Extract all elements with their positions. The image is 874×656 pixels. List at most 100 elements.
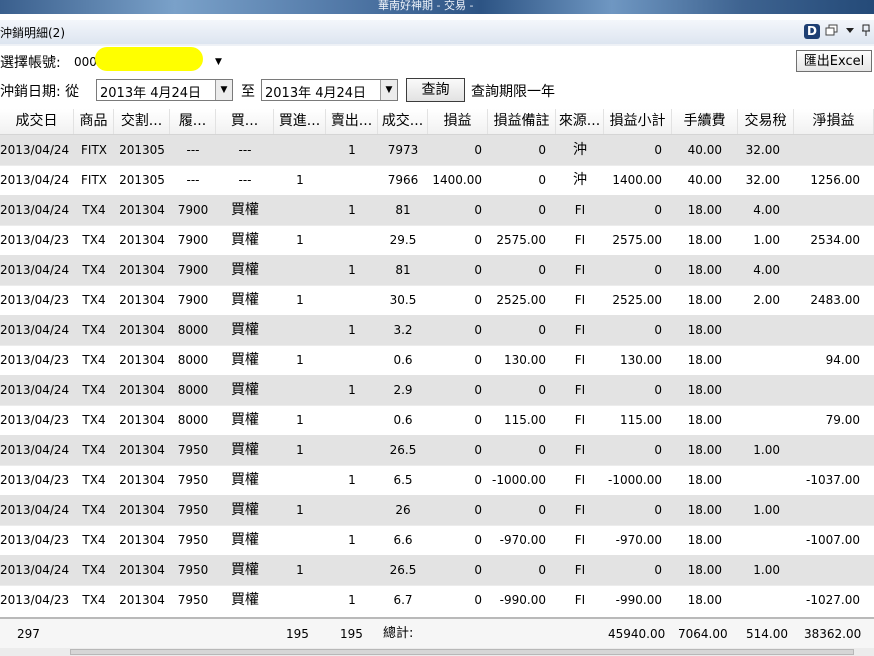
d-logo-icon[interactable]: D [804, 24, 820, 39]
column-header[interactable]: 損益 [428, 109, 488, 134]
table-row[interactable]: 2013/04/23 TX4 201304 7950 買權 1 6.7 0 -990.00 FI -… [0, 585, 874, 613]
column-header[interactable]: 來源... [556, 109, 604, 134]
column-header[interactable]: 損益小計 [604, 109, 672, 134]
table-row[interactable]: 2013/04/23 TX4 201304 7950 買權 1 6.6 0 -970.00 FI -… [0, 525, 874, 556]
table-row[interactable]: 2013/04/24 TX4 201304 7900 買權 1 81 0 0 FI 0 18.00 4.… [0, 255, 874, 286]
query-limit-note: 查詢期限一年 [471, 84, 555, 100]
column-header[interactable]: 買... [216, 109, 274, 134]
table-cell: 0 [474, 473, 482, 487]
scrollbar-thumb[interactable] [70, 649, 854, 655]
table-cell: 2.00 [753, 293, 780, 307]
table-row[interactable]: 2013/04/24 TX4 201304 7900 買權 1 81 0 0 FI 0 18.00 4.… [0, 195, 874, 226]
table-cell [326, 555, 378, 585]
table-cell [738, 525, 794, 555]
table-cell [274, 465, 326, 495]
table-cell: FITX [81, 173, 107, 187]
table-cell [794, 255, 874, 285]
export-excel-button[interactable]: 匯出Excel [796, 50, 872, 72]
table-cell: TX4 [82, 383, 106, 397]
table-row[interactable]: 2013/04/23 TX4 201304 7950 買權 1 6.5 0 -1000.00 FI… [0, 465, 874, 496]
column-header[interactable]: 淨損益 [794, 109, 874, 134]
column-header[interactable]: 交易稅 [738, 109, 794, 134]
footer-pl-subtotal: 45940.00 [608, 627, 666, 641]
table-cell [794, 375, 874, 405]
query-button[interactable]: 查詢 [406, 78, 465, 102]
column-header[interactable]: 成交日 [0, 109, 74, 134]
table-cell: TX4 [82, 323, 106, 337]
table-cell: 18.00 [687, 563, 722, 577]
table-cell: 1.00 [753, 563, 780, 577]
table-row[interactable]: 2013/04/24 FITX 201305 --- --- 1 7973 0 0 沖 0 40.00… [0, 135, 874, 166]
horizontal-scrollbar[interactable] [0, 648, 874, 656]
footer-buy-total: 195 [286, 627, 309, 641]
from-date-picker[interactable]: 2013年 4月24日 ▼ [96, 79, 233, 101]
footer-sell-total: 195 [340, 627, 363, 641]
table-cell: 0 [474, 383, 482, 397]
table-cell [738, 585, 794, 613]
table-cell: 2013/04/23 [0, 233, 70, 247]
account-dropdown-icon[interactable]: ▼ [215, 57, 222, 67]
table-row[interactable]: 2013/04/24 TX4 201304 8000 買權 1 2.9 0 0 FI 0 18.00 [0, 375, 874, 406]
table-cell: 1 [348, 323, 356, 337]
table-row[interactable]: 2013/04/23 TX4 201304 8000 買權 1 0.6 0 130.00 FI 13… [0, 345, 874, 376]
table-cell: FI [574, 293, 586, 307]
table-cell: 0 [538, 203, 546, 217]
table-cell [326, 345, 378, 375]
table-cell: 0 [538, 143, 546, 157]
column-header[interactable]: 賣出... [326, 109, 378, 134]
column-header[interactable]: 履... [170, 109, 216, 134]
table-row[interactable]: 2013/04/24 FITX 201305 --- --- 1 7966 1400.00 0 沖… [0, 165, 874, 196]
table-cell: 0.6 [393, 353, 413, 367]
table-cell: -1000.00 [608, 473, 662, 487]
table-cell: 0 [474, 353, 482, 367]
table-cell: 0 [474, 443, 482, 457]
restore-window-icon[interactable] [824, 24, 840, 39]
from-date-dropdown-icon[interactable]: ▼ [215, 80, 232, 100]
to-date-dropdown-icon[interactable]: ▼ [380, 80, 397, 100]
table-row[interactable]: 2013/04/23 TX4 201304 7900 買權 1 30.5 0 2525.00 FI… [0, 285, 874, 316]
panel-title: 沖銷明細(2) [0, 26, 65, 40]
column-header[interactable]: 買進... [274, 109, 326, 134]
table-cell: -1027.00 [806, 593, 860, 607]
table-cell: -990.00 [615, 593, 662, 607]
table-cell: FI [574, 473, 586, 487]
pin-icon[interactable] [858, 24, 874, 39]
column-header[interactable]: 成交... [378, 109, 428, 134]
column-header[interactable]: 手續費 [672, 109, 738, 134]
table-row[interactable]: 2013/04/24 TX4 201304 8000 買權 1 3.2 0 0 FI 0 18.00 [0, 315, 874, 346]
table-cell: 2534.00 [810, 233, 860, 247]
table-cell: 1256.00 [810, 173, 860, 187]
table-cell: 7950 [177, 443, 209, 457]
account-redaction [95, 47, 203, 71]
app-title-bar: 華南好神期 - 交易 - [0, 0, 874, 14]
table-cell: 201304 [119, 413, 165, 427]
table-cell: 7950 [177, 593, 209, 607]
table-cell: 1.00 [753, 503, 780, 517]
table-cell: 8000 [177, 323, 209, 337]
table-cell: 1 [348, 533, 356, 547]
table-row[interactable]: 2013/04/24 TX4 201304 7950 買權 1 26.5 0 0 FI 0 18.00… [0, 555, 874, 586]
table-cell: 7950 [177, 563, 209, 577]
column-header[interactable]: 損益備註 [488, 109, 556, 134]
table-cell: 0 [654, 143, 662, 157]
table-row[interactable]: 2013/04/24 TX4 201304 7950 買權 1 26.5 0 0 FI 0 18.00… [0, 435, 874, 466]
dropdown-arrow-icon[interactable] [842, 24, 858, 39]
table-cell: 買權 [231, 412, 259, 428]
table-row[interactable]: 2013/04/24 TX4 201304 7950 買權 1 26 0 0 FI 0 18.00 1.… [0, 495, 874, 526]
column-header[interactable]: 交割... [114, 109, 170, 134]
table-cell: 18.00 [687, 203, 722, 217]
table-cell: TX4 [82, 203, 106, 217]
table-row[interactable]: 2013/04/23 TX4 201304 8000 買權 1 0.6 0 115.00 FI 11… [0, 405, 874, 436]
table-cell: 1 [348, 473, 356, 487]
table-cell: 0 [474, 533, 482, 547]
table-cell: 1 [348, 593, 356, 607]
table-cell: 7950 [177, 533, 209, 547]
table-cell: 0 [538, 563, 546, 577]
table-cell: 79.00 [825, 413, 860, 427]
table-cell: 0 [538, 323, 546, 337]
to-date-picker[interactable]: 2013年 4月24日 ▼ [261, 79, 398, 101]
table-cell: 買權 [231, 442, 259, 458]
column-header[interactable]: 商品 [74, 109, 114, 134]
table-row[interactable]: 2013/04/23 TX4 201304 7900 買權 1 29.5 0 2575.00 FI… [0, 225, 874, 256]
table-cell [738, 375, 794, 405]
